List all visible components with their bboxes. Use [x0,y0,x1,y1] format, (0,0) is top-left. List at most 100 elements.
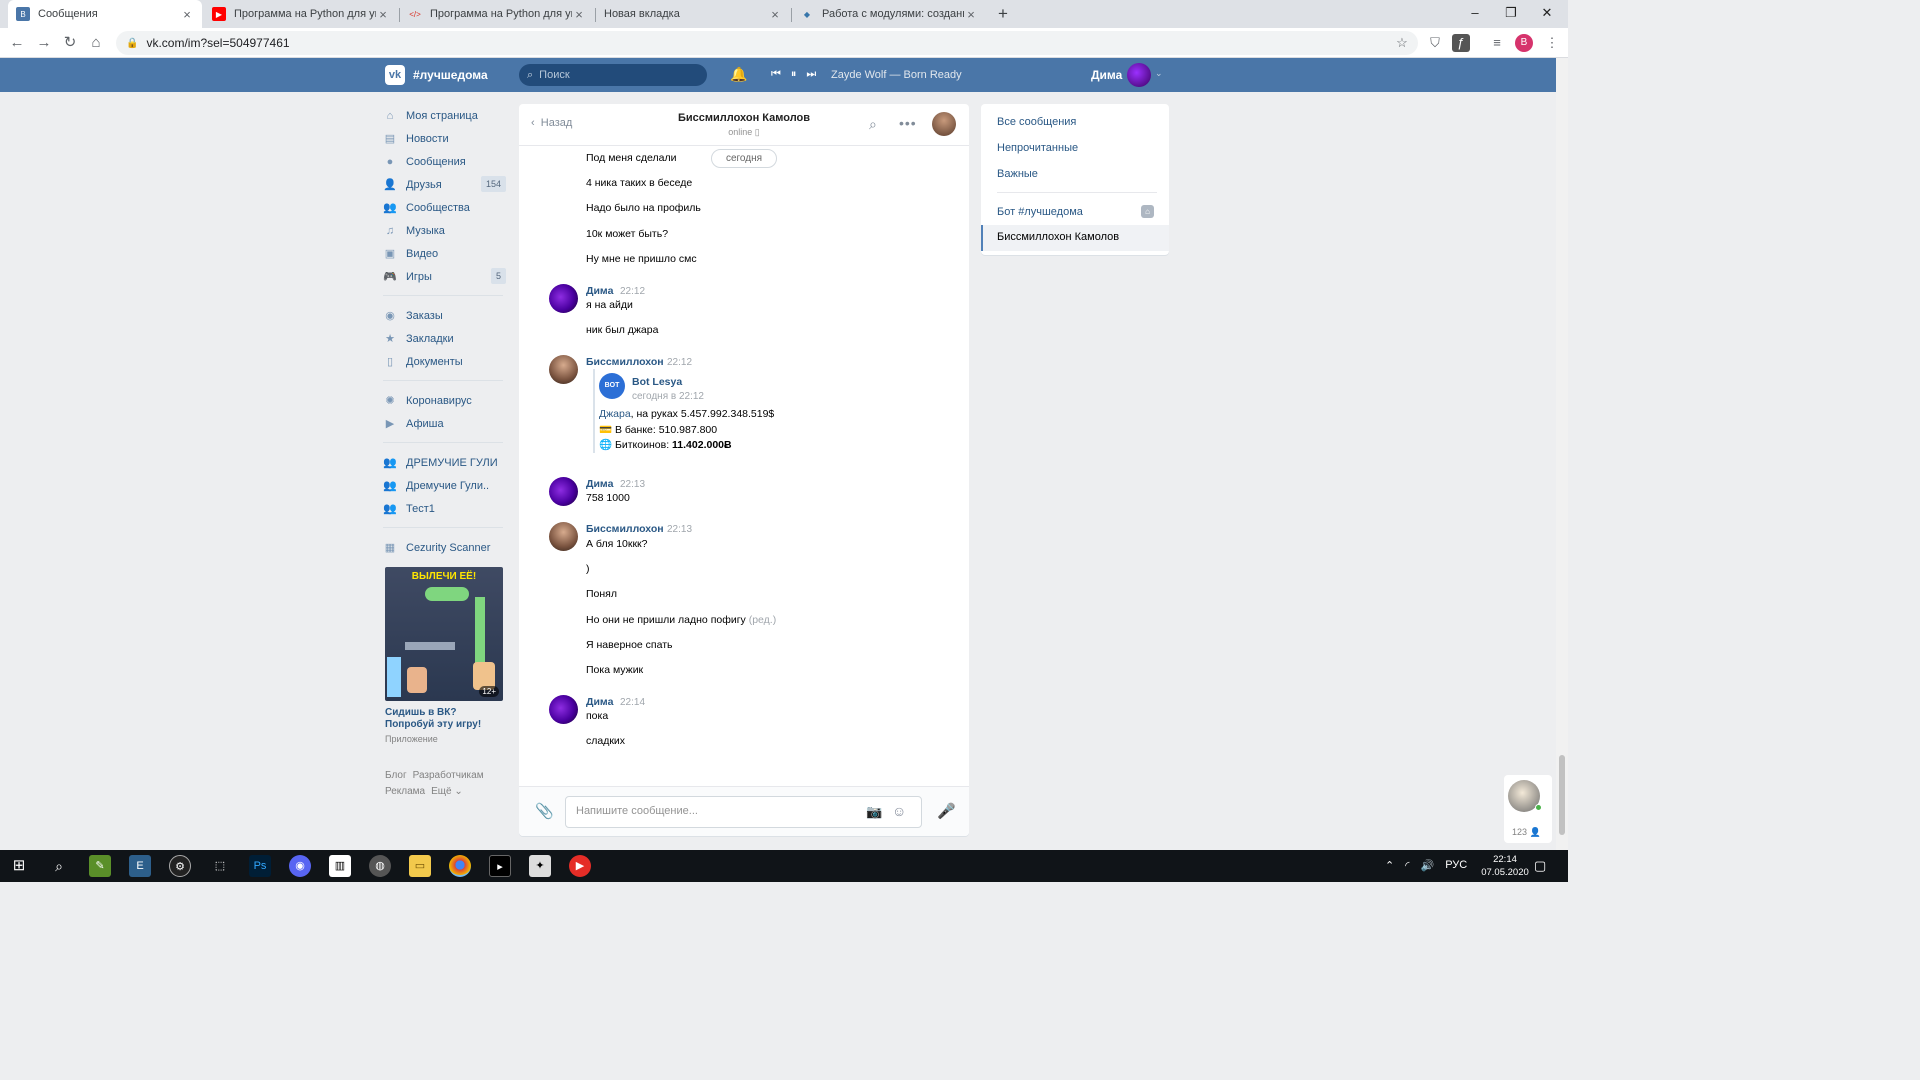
tab-modules[interactable]: ◆ Работа с модулями: создание, п × [792,0,986,28]
chrome-icon[interactable] [449,855,471,877]
sidebar-item-friends[interactable]: 👤 Друзья 154 [383,173,508,196]
avatar[interactable] [549,695,578,724]
close-icon[interactable]: × [964,7,978,22]
url-field[interactable]: 🔒 vk.com/im?sel=504977461 [116,31,1418,55]
shield-extension-icon[interactable]: ⛉ [1426,34,1444,52]
video-player-icon[interactable]: ▶ [569,855,591,877]
photoshop-icon[interactable]: Ps [249,855,271,877]
kebab-menu-icon[interactable]: ⋮ [1543,34,1561,52]
chat-partner-avatar[interactable] [932,112,956,136]
sidebar-item-bookmarks[interactable]: ★ Закладки [383,327,508,350]
filter-important[interactable]: Важные [997,168,1038,180]
footer-link-blog[interactable]: Блог [385,770,407,781]
message-sender[interactable]: Дима [586,478,613,490]
message-time[interactable]: 22:14 [620,697,645,708]
previous-track-icon[interactable]: ⏮ [771,68,781,81]
footer-link-developers[interactable]: Разработчикам [413,770,484,781]
wifi-icon[interactable]: ◜ [1405,859,1409,872]
tab-python-youtube[interactable]: ▶ Программа на Python для упра × [204,0,398,28]
search-icon[interactable]: ⌕ [48,855,70,877]
sidebar-item-documents[interactable]: ▯ Документы [383,350,508,373]
back-arrow-icon[interactable]: ← [6,32,28,54]
volume-icon[interactable]: 🔊 [1420,859,1434,872]
sidebar-item-groups[interactable]: 👥 Сообщества [383,196,508,219]
snipping-tool-icon[interactable]: ⬚ [209,855,231,877]
current-track[interactable]: Zayde Wolf — Born Ready [831,69,962,81]
message-time[interactable]: 22:13 [667,524,692,535]
chat-popup-widget[interactable]: 123 👤 [1504,775,1552,843]
window-close-icon[interactable]: ✕ [1524,0,1570,28]
ad-text[interactable]: Сидишь в ВК? Попробуй эту игру! [385,707,503,731]
globe-app-icon[interactable]: ◍ [369,855,391,877]
page-scrollbar[interactable] [1556,58,1568,850]
avatar[interactable] [549,355,578,384]
filter-all-messages[interactable]: Все сообщения [997,116,1076,128]
forward-sender[interactable]: Bot Lesya [632,376,682,388]
message-sender[interactable]: Биссмиллохон [586,523,664,535]
app-icon[interactable]: ▥ [329,855,351,877]
footer-link-more[interactable]: Ещё ⌄ [431,786,463,797]
home-icon[interactable]: ⌂ [85,32,107,54]
user-avatar[interactable] [1127,63,1151,87]
sidebar-item-group-2[interactable]: 👥 Дремучие Гули.. [383,474,508,497]
microphone-icon[interactable]: 🎤 [937,802,956,820]
scrollbar-thumb[interactable] [1559,755,1565,835]
discord-icon[interactable]: ◉ [289,855,311,877]
message-time[interactable]: 22:12 [620,286,645,297]
counter-strike-icon[interactable]: ✦ [529,855,551,877]
sidebar-item-group-3[interactable]: 👥 Тест1 [383,497,508,520]
sidebar-item-group-1[interactable]: 👥 ДРЕМУЧИЕ ГУЛИ [383,451,508,474]
file-explorer-icon[interactable]: ▭ [409,855,431,877]
chevron-up-icon[interactable]: ⌃ [1385,859,1394,872]
avatar[interactable] [549,284,578,313]
close-icon[interactable]: × [376,7,390,22]
sidebar-item-app[interactable]: ▦ Cezurity Scanner [383,536,508,559]
paperclip-icon[interactable]: 📎 [535,802,554,820]
notifications-icon[interactable]: ▢ [1534,858,1546,874]
editor-icon[interactable]: E [129,855,151,877]
reload-icon[interactable]: ↻ [59,32,81,54]
user-name[interactable]: Дима [1091,68,1122,82]
sidebar-item-orders[interactable]: ◉ Заказы [383,304,508,327]
folder-bot[interactable]: Бот #лучшедома [997,206,1083,218]
message-sender[interactable]: Дима [586,696,613,708]
next-track-icon[interactable]: ⏭ [806,68,816,81]
vk-search-input[interactable]: ⌕ Поиск [519,64,707,86]
message-sender[interactable]: Дима [586,285,613,297]
terminal-icon[interactable]: ▸ [489,855,511,877]
search-icon[interactable]: ⌕ [869,116,877,133]
ad-game-image[interactable]: ВЫЛЕЧИ ЕЁ! 12+ [385,567,503,701]
message-time[interactable]: 22:12 [667,357,692,368]
forwarded-message[interactable]: BOT LESYA Bot Lesya сегодня в 22:12 Джар… [593,369,793,453]
notepad-icon[interactable]: ✎ [89,855,111,877]
message-input[interactable] [576,805,856,817]
tab-python-code[interactable]: </> Программа на Python для упра × [400,0,594,28]
steam-icon[interactable]: ⚙ [169,855,191,877]
star-icon[interactable]: ☆ [1393,34,1411,52]
extension-icon[interactable]: ƒ [1452,34,1470,52]
more-icon[interactable]: ••• [899,115,917,131]
filter-unread[interactable]: Непрочитанные [997,142,1078,154]
ad-block[interactable]: ВЫЛЕЧИ ЕЁ! 12+ Сидишь в ВК? Попробуй эту… [385,567,503,744]
sidebar-item-events[interactable]: ▶ Афиша [383,412,508,435]
footer-link-ads[interactable]: Реклама [385,786,425,797]
pause-icon[interactable]: ⏸ [791,68,797,81]
folder-active-chat[interactable]: Биссмиллохон Камолов [981,225,1169,251]
profile-avatar[interactable]: B [1515,34,1533,52]
sidebar-item-games[interactable]: 🎮 Игры 5 [383,265,508,288]
forward-arrow-icon[interactable]: → [33,32,55,54]
tab-messages[interactable]: В Сообщения × [8,0,202,28]
vk-brand-label[interactable]: #лучшедома [413,68,488,82]
avatar[interactable] [549,477,578,506]
avatar[interactable] [549,522,578,551]
bell-icon[interactable]: 🔔 [730,66,747,83]
vk-logo-icon[interactable]: vk [385,65,405,85]
playlist-icon[interactable]: ≡ [1488,34,1506,52]
new-tab-button[interactable]: + [990,0,1014,28]
chevron-down-icon[interactable]: ⌄ [1155,68,1163,79]
sidebar-item-coronavirus[interactable]: ✺ Коронавирус [383,389,508,412]
close-icon[interactable]: × [180,7,194,22]
close-icon[interactable]: × [768,7,782,22]
sidebar-item-music[interactable]: ♫ Музыка [383,219,508,242]
smile-icon[interactable]: ☺ [892,803,906,819]
